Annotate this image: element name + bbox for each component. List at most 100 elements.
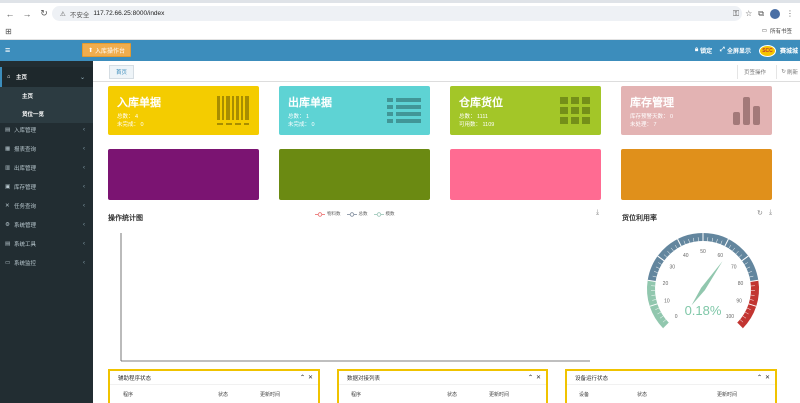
gauge-arc-segment	[647, 233, 759, 282]
gauge-tick-label: 70	[731, 265, 737, 271]
report-icon: ▦	[5, 146, 11, 152]
card-line: 未完成： 0	[288, 122, 315, 128]
color-tile	[621, 149, 772, 200]
card-line: 总数： 4	[117, 114, 139, 120]
sidebar-item-stock[interactable]: ▣ 库存管理 ‹	[0, 177, 93, 197]
app-header: ≡ ⬆ 入库操作台 🔒︎ 锁定 ⤢ 全屏显示 SCC 赛城城	[0, 40, 800, 61]
card-line: 可用数： 1109	[459, 122, 495, 128]
card-line: 总数： 1	[288, 114, 310, 120]
sidebar-item-monitor[interactable]: ▭ 系统监控 ‹	[0, 253, 93, 273]
gauge-tick-label: 10	[664, 299, 670, 305]
gauge-tick-label: 90	[736, 299, 742, 305]
sidebar-item-tools[interactable]: ▤ 系统工具 ‹	[0, 234, 93, 254]
color-tile	[450, 149, 601, 200]
card-inbound-docs[interactable]: 入库单据 总数： 4 未完成： 0	[108, 86, 259, 135]
column-header: 程序	[123, 392, 134, 398]
card-title: 入库单据	[117, 97, 161, 109]
card-line: 未处理： 7	[630, 122, 657, 128]
chevron-left-icon: ‹	[83, 146, 85, 152]
hamburger-menu-icon[interactable]: ≡	[5, 45, 10, 55]
user-menu[interactable]: SCC 赛城城	[758, 44, 798, 57]
sidebar-item-reports[interactable]: ▦ 报表查询 ‹	[0, 139, 93, 159]
card-warehouse-locations[interactable]: 仓库货位 总数： 1111 可用数： 1109	[450, 86, 601, 135]
tool-icon: ▤	[5, 241, 11, 247]
card-outbound-docs[interactable]: 出库单据 总数： 1 未完成： 0	[279, 86, 430, 135]
legend-item[interactable]: 物料数	[315, 211, 341, 217]
download-icon[interactable]: ⤓	[596, 209, 599, 217]
gauge-tick-label: 40	[683, 253, 689, 259]
close-icon[interactable]: ✕	[308, 374, 313, 381]
lock-button[interactable]: 🔒︎ 锁定	[695, 46, 712, 55]
apps-grid-icon[interactable]: ⊞	[5, 27, 12, 36]
panel-header: 数据对接列表	[339, 371, 546, 385]
browser-toolbar: ← → ↻ ⚠ 不安全 117.72.66.25:8000/index ⚿ ☆ …	[0, 3, 800, 24]
all-bookmarks[interactable]: ▭ 所有书签	[762, 27, 792, 35]
sidebar-item-inbound[interactable]: ▤ 入库管理 ‹	[0, 120, 93, 140]
extension-icon[interactable]: ⧉	[758, 9, 764, 19]
download-icon[interactable]: ⤓	[769, 209, 772, 217]
refresh-button[interactable]: ↻ 刷新	[776, 65, 798, 79]
inbound-console-button[interactable]: ⬆ 入库操作台	[82, 43, 132, 57]
collapse-icon[interactable]: ⌃	[757, 374, 762, 381]
sidebar-item-home[interactable]: ⌂ 主页 ⌄	[0, 67, 93, 87]
stock-icon: ▣	[5, 184, 11, 190]
chevron-left-icon: ‹	[83, 127, 85, 133]
forward-icon[interactable]: →	[20, 7, 34, 21]
task-icon: ✕	[5, 203, 10, 209]
card-stock-management[interactable]: 库存管理 库存预警天数： 0 未处理： 7	[621, 86, 772, 135]
panel-data-integration: 数据对接列表 ⌃ ✕ 程序 状态 更新时间	[337, 369, 548, 403]
address-bar[interactable]: ⚠ 不安全 117.72.66.25:8000/index	[52, 6, 742, 21]
reload-icon[interactable]: ↻	[37, 7, 51, 21]
ops-chart-title: 操作统计图	[108, 215, 143, 222]
legend-item[interactable]: 模数	[373, 211, 395, 217]
sidebar-subitem-home[interactable]: 主页	[0, 87, 93, 105]
panel-device-status: 设备运行状态 ⌃ ✕ 设备 状态 更新时间	[565, 369, 777, 403]
sidebar-item-system[interactable]: ⚙ 系统管理 ‹	[0, 215, 93, 235]
fullscreen-button[interactable]: ⤢ 全屏显示	[720, 46, 751, 55]
column-header: 设备	[579, 392, 590, 398]
close-icon[interactable]: ✕	[765, 374, 770, 381]
address-url: 117.72.66.25:8000/index	[93, 10, 165, 17]
ops-chart-area	[120, 233, 590, 362]
panel-aux-programs: 辅助程序状态 ⌃ ✕ 程序 状态 更新时间	[108, 369, 320, 403]
key-icon[interactable]: ⚿	[733, 9, 739, 19]
page-ops-dropdown[interactable]: 页签操作	[736, 65, 766, 79]
barcode-icon	[217, 96, 249, 125]
gauge-tick-label: 50	[700, 249, 706, 255]
restore-icon[interactable]: ↻	[757, 209, 763, 217]
dashboard-content: 入库单据 总数： 4 未完成： 0 出库单据 总数： 1 未完成： 0 仓库货位…	[93, 82, 800, 403]
gauge-arc-segment	[736, 280, 759, 329]
close-icon[interactable]: ✕	[536, 374, 541, 381]
ops-chart-legend: 物料数 总数 模数	[315, 211, 395, 217]
collapse-icon[interactable]: ⌃	[300, 374, 305, 381]
gear-icon: ⚙	[5, 222, 10, 228]
column-header: 更新时间	[489, 392, 510, 398]
legend-marker-icon	[315, 211, 325, 217]
gauge-tick-label: 60	[717, 253, 723, 259]
sidebar-item-tasks[interactable]: ✕ 任务查询 ‹	[0, 196, 93, 216]
chevron-left-icon: ‹	[83, 165, 85, 171]
profile-avatar[interactable]	[770, 8, 780, 19]
panel-header: 设备运行状态	[567, 371, 775, 385]
gauge-value: 0.18%	[685, 303, 722, 318]
card-line: 总数： 1111	[459, 114, 489, 120]
column-header: 状态	[447, 392, 458, 398]
sidebar-item-outbound[interactable]: ▥ 出库管理 ‹	[0, 158, 93, 178]
list-icon	[387, 98, 421, 123]
tab-home[interactable]: 首页	[109, 65, 135, 79]
chevron-left-icon: ‹	[83, 222, 85, 228]
legend-marker-icon	[373, 211, 384, 217]
monitor-icon: ▭	[5, 260, 11, 266]
star-icon[interactable]: ☆	[745, 9, 752, 18]
brand-logo: SCC	[758, 44, 776, 57]
gauge-needle	[691, 261, 723, 306]
back-icon[interactable]: ←	[3, 7, 17, 21]
brand-name: 赛城城	[779, 49, 798, 55]
sidebar: ⌂ 主页 ⌄ 主页 货位一览 ▤ 入库管理 ‹ ▦ 报表查询 ‹ ▥ 出库管理 …	[0, 61, 93, 403]
color-tile	[279, 149, 430, 200]
collapse-icon[interactable]: ⌃	[528, 374, 533, 381]
legend-item[interactable]: 总数	[346, 211, 368, 217]
inbox-icon: ▤	[5, 127, 11, 133]
menu-dots-icon[interactable]: ⋮	[786, 9, 794, 18]
chevron-left-icon: ‹	[83, 260, 85, 266]
